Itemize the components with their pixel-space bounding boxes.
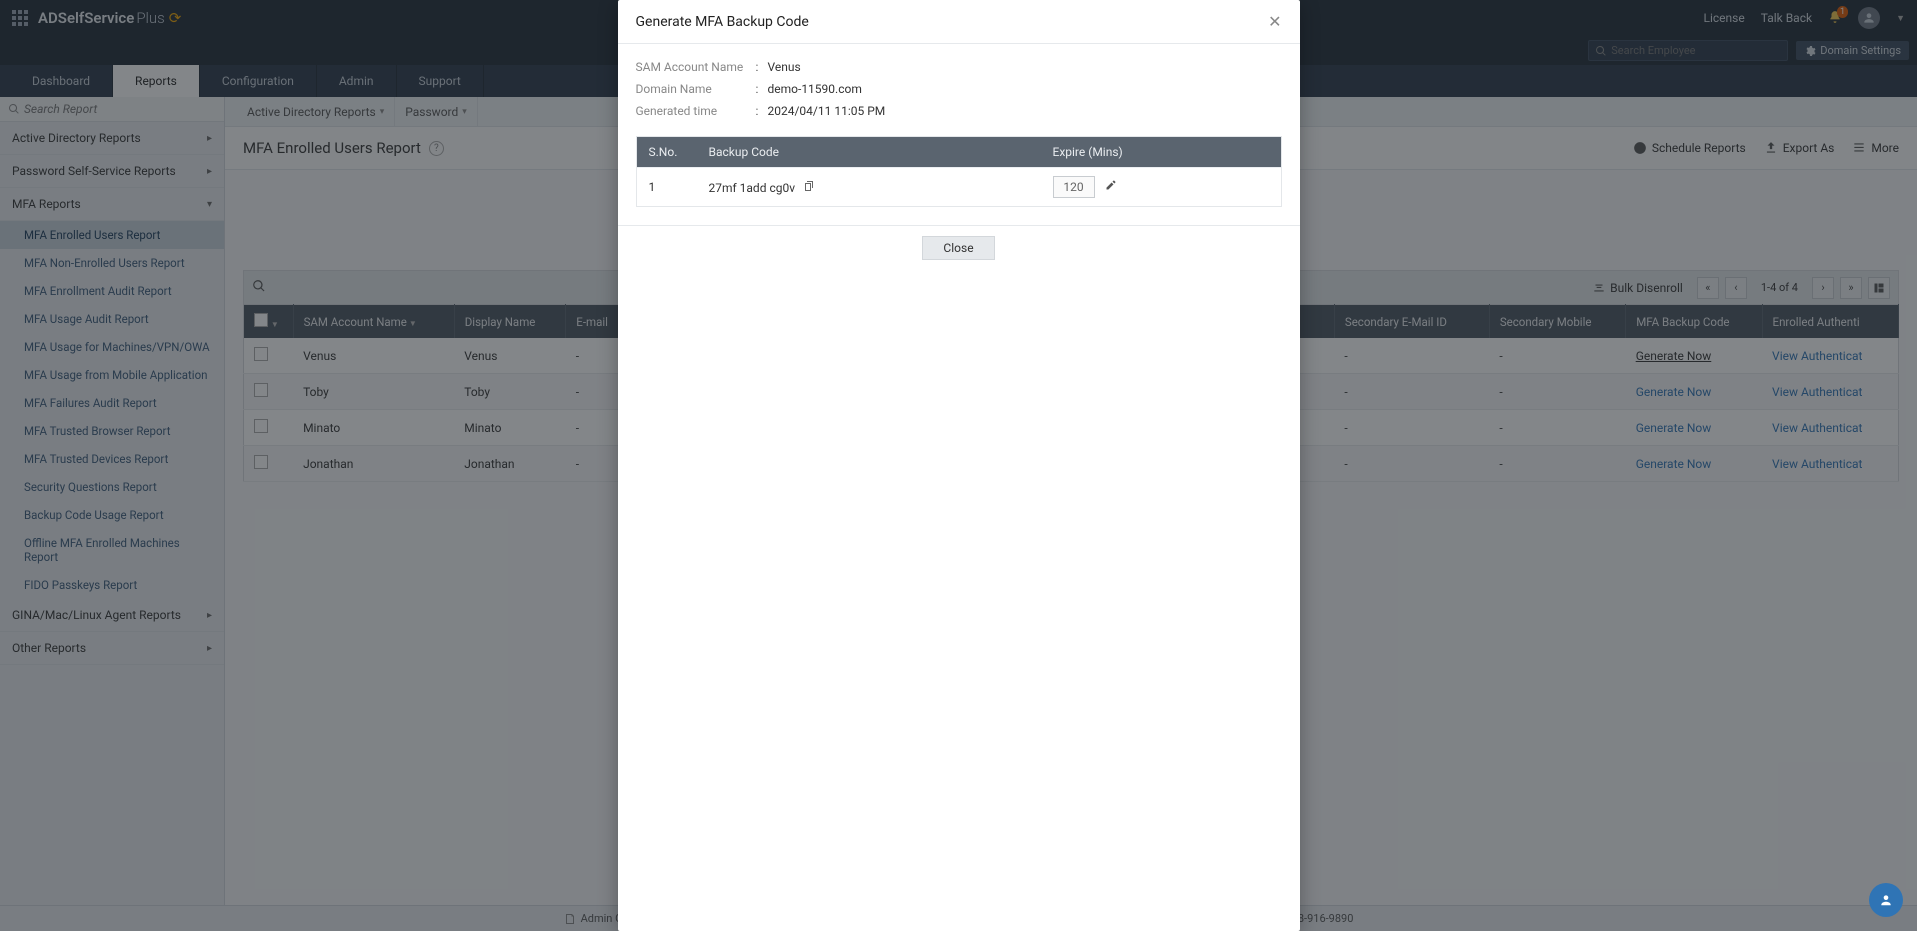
backup-code-modal: Generate MFA Backup Code ✕ SAM Account N… <box>618 0 1300 931</box>
code-table: S.No. Backup Code Expire (Mins) 127mf 1a… <box>636 136 1282 207</box>
modal-close-icon[interactable]: ✕ <box>1268 12 1281 31</box>
modal-overlay[interactable]: Generate MFA Backup Code ✕ SAM Account N… <box>0 0 1917 931</box>
code-sno: 1 <box>637 172 697 202</box>
modal-footer: Close <box>618 225 1300 270</box>
modal-info-row: Domain Name:demo-11590.com <box>636 78 1282 100</box>
code-value: 27mf 1add cg0v <box>697 172 1041 203</box>
modal-info-row: SAM Account Name:Venus <box>636 56 1282 78</box>
expire-input[interactable] <box>1053 176 1095 198</box>
code-table-head: S.No. Backup Code Expire (Mins) <box>637 137 1281 167</box>
modal-title: Generate MFA Backup Code <box>636 14 809 30</box>
ct-head-exp: Expire (Mins) <box>1041 137 1281 167</box>
modal-info-row: Generated time:2024/04/11 11:05 PM <box>636 100 1282 122</box>
ct-head-code: Backup Code <box>697 137 1041 167</box>
code-row: 127mf 1add cg0v <box>637 167 1281 206</box>
code-expire <box>1041 168 1281 206</box>
copy-icon[interactable] <box>803 180 815 192</box>
modal-close-button[interactable]: Close <box>922 236 994 260</box>
edit-icon[interactable] <box>1105 179 1117 191</box>
chat-fab-icon[interactable] <box>1869 883 1903 917</box>
ct-head-sno: S.No. <box>637 137 697 167</box>
modal-header: Generate MFA Backup Code ✕ <box>618 0 1300 44</box>
